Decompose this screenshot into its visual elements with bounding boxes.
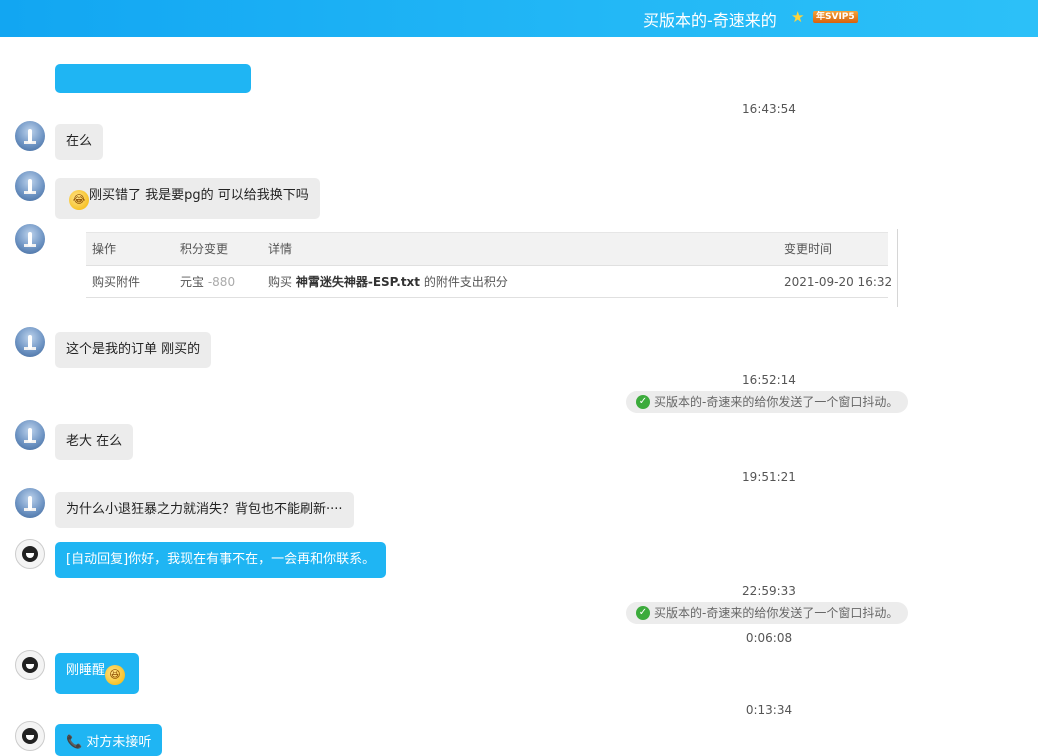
check-icon: ✓ [636, 395, 650, 409]
phone-icon: 📞 [66, 735, 83, 750]
message-bubble: 老大 在么 [55, 424, 134, 460]
order-time: 2021-09-20 16:32 [784, 275, 893, 289]
timestamp: 22:59:33 [742, 584, 796, 598]
table-row: 购买附件 元宝 -880 购买 神霄迷失神器-ESP.txt 的附件支出积分 2… [86, 266, 892, 298]
message-bubble: 😂 刚买错了 我是要pg的 可以给我换下吗 [55, 178, 320, 219]
contact-avatar[interactable] [15, 488, 45, 518]
self-avatar[interactable] [15, 721, 45, 751]
self-avatar[interactable] [15, 539, 45, 569]
contact-name[interactable]: 买版本的-奇速来的 [643, 7, 777, 31]
contact-avatar[interactable] [15, 171, 45, 201]
contact-avatar[interactable] [15, 420, 45, 450]
order-table: 操作 积分变更 详情 变更时间 购买附件 元宝 -880 购买 神霄迷失神器-E… [86, 229, 898, 307]
column-header-detail: 详情 [268, 242, 293, 256]
order-points: 元宝 -880 [180, 266, 235, 298]
message-bubble: [自动回复]你好，我现在有事不在，一会再和你联系。 [55, 542, 387, 578]
timestamp: 16:52:14 [742, 373, 796, 387]
column-header-points: 积分变更 [180, 242, 229, 256]
title-bar: 买版本的-奇速来的 ★ 年SVIP5 [0, 0, 1038, 37]
star-icon: ★ [791, 8, 805, 26]
timestamp: 16:43:54 [742, 102, 796, 116]
timestamp: 0:06:08 [745, 631, 793, 645]
order-currency: 元宝 [180, 275, 205, 289]
order-item-link[interactable]: 神霄迷失神器-ESP.txt [296, 275, 420, 289]
self-avatar[interactable] [15, 650, 45, 680]
system-notice-text: 买版本的-奇速来的给你发送了一个窗口抖动。 [654, 606, 899, 620]
timestamp: 0:13:34 [745, 703, 793, 717]
call-status-bubble: 📞 对方未接听 [55, 724, 163, 756]
contact-avatar[interactable] [15, 327, 45, 357]
order-amount: -880 [207, 275, 236, 289]
contact-avatar[interactable] [15, 224, 45, 254]
order-action: 购买附件 [92, 275, 141, 289]
order-detail-prefix: 购买 [268, 275, 293, 289]
laughing-emoji-icon: 😂 [69, 190, 89, 210]
contact-avatar[interactable] [15, 121, 45, 151]
column-header-time: 变更时间 [784, 242, 833, 256]
timestamp: 19:51:21 [742, 470, 796, 484]
message-bubble: 刚睡醒 😆 [55, 653, 140, 694]
column-header-action: 操作 [92, 242, 117, 256]
system-notice-text: 买版本的-奇速来的给你发送了一个窗口抖动。 [654, 395, 899, 409]
order-table-header: 操作 积分变更 详情 变更时间 [86, 232, 888, 266]
previous-message-bubble [55, 64, 251, 93]
order-detail: 购买 神霄迷失神器-ESP.txt 的附件支出积分 [268, 266, 508, 298]
grinning-emoji-icon: 😆 [105, 665, 126, 685]
message-bubble: 在么 [55, 124, 104, 160]
call-status-text: 对方未接听 [86, 735, 152, 750]
message-bubble: 为什么小退狂暴之力就消失？背包也不能刷新···· [55, 492, 354, 528]
system-notice-nudge: ✓ 买版本的-奇速来的给你发送了一个窗口抖动。 [626, 391, 909, 413]
system-notice-nudge: ✓ 买版本的-奇速来的给你发送了一个窗口抖动。 [626, 602, 909, 624]
message-text: 刚睡醒 [66, 663, 106, 678]
svip-badge[interactable]: 年SVIP5 [813, 11, 858, 23]
message-bubble: 这个是我的订单 刚买的 [55, 332, 212, 368]
order-detail-suffix: 的附件支出积分 [423, 275, 508, 289]
message-text: 刚买错了 我是要pg的 可以给我换下吗 [89, 188, 309, 203]
check-icon: ✓ [636, 606, 650, 620]
